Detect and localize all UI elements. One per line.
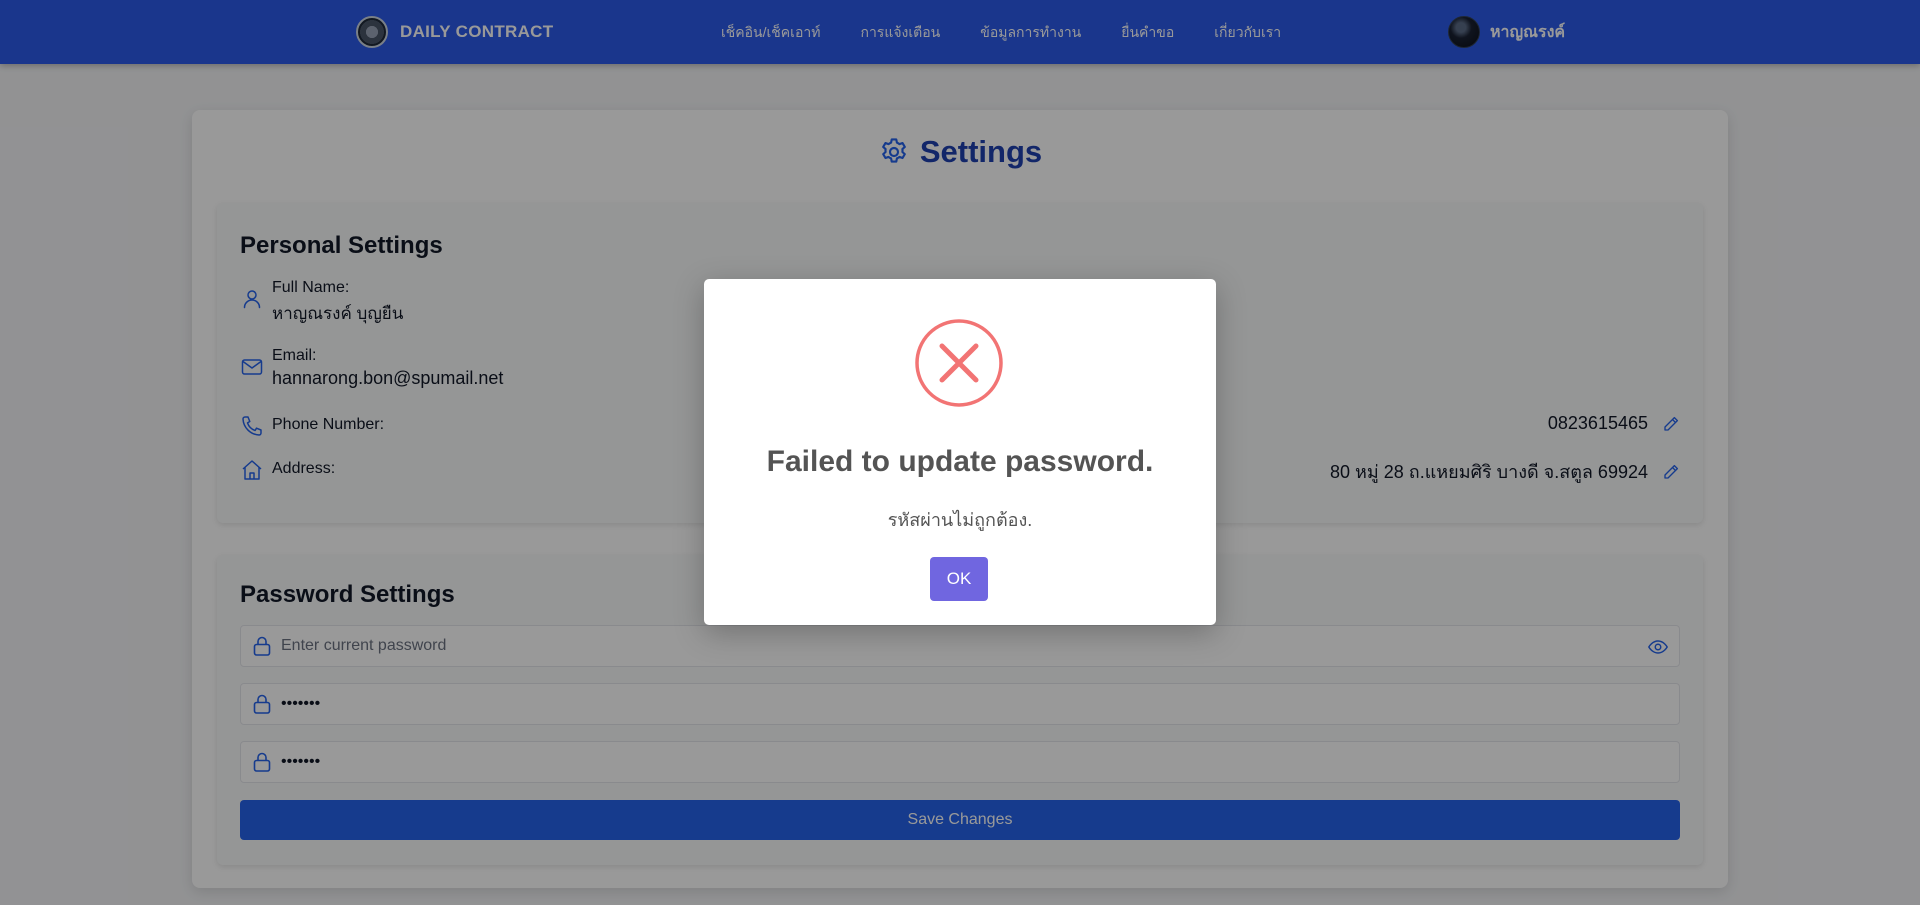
ok-button[interactable]: OK: [930, 557, 988, 601]
error-dialog: Failed to update password. รหัสผ่านไม่ถู…: [704, 279, 1216, 625]
settings-page: DAILY CONTRACT เช็คอิน/เช็คเอาท์ การแจ้ง…: [0, 0, 1920, 905]
dialog-title: Failed to update password.: [766, 445, 1154, 478]
dialog-message: รหัสผ่านไม่ถูกต้อง.: [887, 510, 1033, 530]
error-x-icon: [915, 319, 1003, 407]
